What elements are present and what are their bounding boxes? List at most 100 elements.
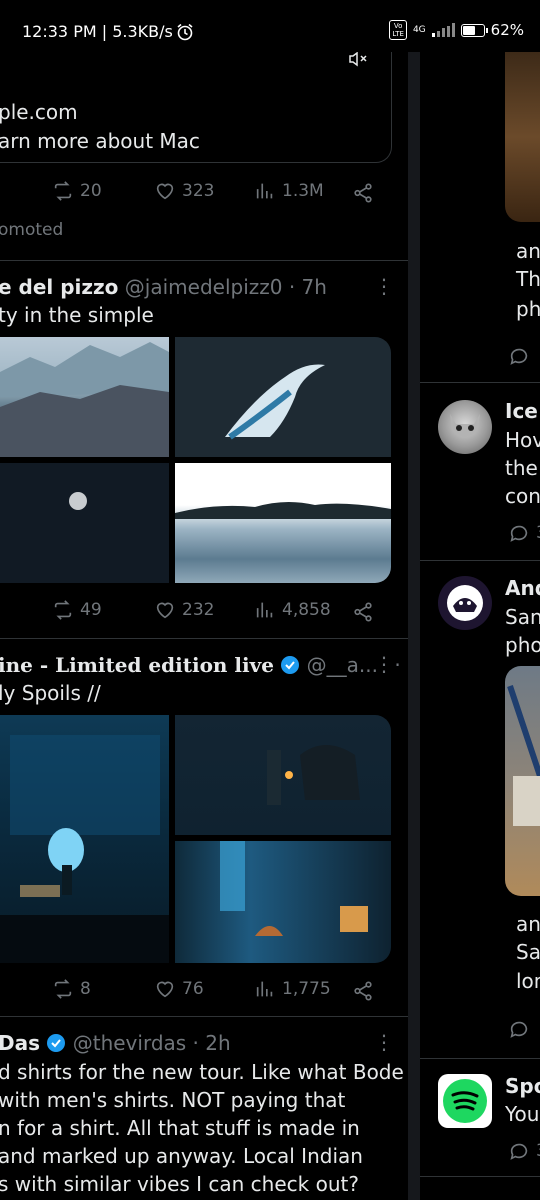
tweet-header[interactable]: ine - Limited edition live @__a... · 7h [0,651,408,682]
avatar[interactable] [438,576,492,630]
heart-icon [156,981,174,998]
post-image[interactable] [505,52,540,222]
share-icon[interactable] [352,182,374,208]
retweet-button[interactable]: 8 [52,978,91,1000]
volte-icon: Vo LTE [389,20,407,40]
avatar[interactable] [438,1074,492,1128]
divider [0,260,408,261]
signal-icon [431,23,455,37]
tweet-header[interactable]: e del pizzo @jaimedelpizz0 · 7h [0,273,327,301]
views-button[interactable]: 4,858 [254,599,331,621]
divider [420,1058,540,1059]
tweet-text-line: d shirts for the new tour. Like what Bod… [0,1060,404,1084]
author-name[interactable]: e del pizzo [0,275,118,299]
reply-button[interactable]: 3 [508,522,540,544]
author-name[interactable]: ine - Limited edition live [0,653,274,677]
column-divider[interactable] [408,52,420,1200]
mute-icon[interactable] [348,52,368,72]
like-count: 232 [182,600,215,620]
status-time: 12:33 PM | 5.3KB/s [22,22,173,41]
author-handle-time[interactable]: @thevirdas · 2h [73,1031,231,1055]
share-icon[interactable] [352,601,374,627]
alarm-icon [176,23,194,45]
battery-icon [460,23,488,37]
more-options-icon[interactable]: ⋮ [374,1030,394,1054]
author-name[interactable]: Spo [505,1072,540,1100]
notifications-column[interactable]: an Th ph Ice Hov the con 3 And San pho a… [420,52,540,1200]
retweet-button[interactable]: 20 [52,180,102,202]
spotify-icon [443,1079,487,1123]
status-right: Vo LTE 4G 62% [389,20,524,40]
tweet-image[interactable] [175,715,391,835]
link-domain: an [516,912,540,936]
link-domain: an [516,239,540,263]
tweet-header[interactable]: Das @thevirdas · 2h [0,1029,231,1060]
battery-percent: 62% [490,21,524,39]
post-text-line: ph [516,297,540,321]
share-icon[interactable] [352,980,374,1006]
post-image[interactable] [505,666,540,896]
tweet-text: ty in the simple [0,303,154,327]
post-text-line: Sa [516,940,540,964]
avatar[interactable] [438,400,492,454]
verified-icon [280,654,300,682]
author-handle-time[interactable]: @jaimedelpizz0 · 7h [125,275,327,299]
tweet-time[interactable]: · 7h [394,653,408,677]
post-text-line: lon [516,969,540,993]
tweet-text-line: with men's shirts. NOT paying that [0,1088,346,1112]
tweet-text-line: s with similar vibes I can check out? [0,1172,359,1196]
author-handle[interactable]: @__a... [307,653,378,677]
retweet-icon [54,979,72,999]
author-name[interactable]: Das [0,1031,40,1055]
heart-icon [156,183,174,200]
views-count: 1.3M [282,181,324,201]
verified-icon [46,1032,66,1060]
divider [0,1016,408,1017]
author-name[interactable]: And [505,574,540,602]
retweet-icon [54,181,72,201]
views-icon [256,183,273,199]
tweet-image[interactable] [0,337,169,457]
like-button[interactable]: 76 [154,978,204,1000]
tweet-text: ly Spoils // [0,681,101,705]
retweet-count: 20 [80,181,102,201]
like-button[interactable]: 323 [154,180,214,202]
network-type: 4G [412,25,426,35]
tweet-text-line: and marked up anyway. Local Indian [0,1144,363,1168]
more-options-icon[interactable]: ⋮ [374,652,394,676]
tweet-image[interactable] [0,715,169,963]
retweet-count: 49 [80,600,102,620]
home-timeline-column[interactable]: ple.com arn more about Mac 20 323 1.3M o… [0,52,408,1200]
tweet-image[interactable] [175,841,391,963]
reply-icon [510,525,528,542]
tweet-image[interactable] [175,463,391,583]
tweet-image[interactable] [175,337,391,457]
author-name[interactable]: Ice [505,397,538,425]
post-text-line: con [505,484,540,508]
divider [420,560,540,561]
post-text-line: You [505,1102,540,1126]
reply-icon[interactable] [508,345,530,371]
divider [0,638,408,639]
promoted-label: omoted [0,220,64,240]
views-count: 4,858 [282,600,331,620]
views-button[interactable]: 1.3M [254,180,324,202]
retweet-icon [54,600,72,620]
reply-count: 3 [536,523,540,543]
more-options-icon[interactable]: ⋮ [374,274,394,298]
heart-icon [156,602,174,619]
like-button[interactable]: 232 [154,599,214,621]
views-count: 1,775 [282,979,331,999]
retweet-button[interactable]: 49 [52,599,102,621]
link-domain: ple.com [0,100,78,124]
divider [420,382,540,383]
reply-button[interactable]: 3 [508,1140,540,1162]
like-count: 323 [182,181,215,201]
post-text-line: the [505,456,538,480]
reply-icon [510,1143,528,1160]
link-title[interactable]: arn more about Mac [0,127,200,155]
retweet-count: 8 [80,979,91,999]
tweet-image[interactable] [0,463,169,583]
views-button[interactable]: 1,775 [254,978,331,1000]
reply-icon[interactable] [508,1018,530,1044]
